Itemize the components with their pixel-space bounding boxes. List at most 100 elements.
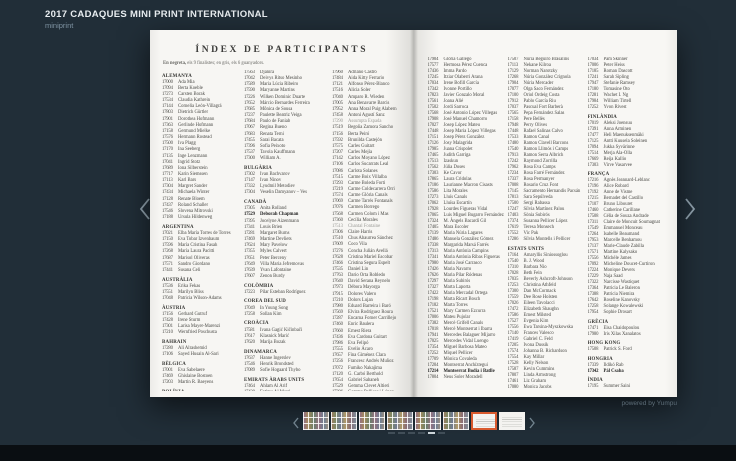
- index-column: 17960 Adriano Castro 17484 Aida Kitty Ferra…: [332, 70, 412, 391]
- entry-name: Daniel Lin: [348, 267, 369, 272]
- entry-name: Sofie Hogaard Thybo: [260, 368, 301, 374]
- entry-name: Joana Alié: [443, 99, 464, 104]
- entry-name: Ramon Clavell Barcons: [523, 141, 569, 146]
- entry-number: 17430: [244, 390, 260, 391]
- entry-name: Eva Sabelaere: [178, 368, 205, 374]
- entry-name: Dorothea Hofmann: [178, 116, 215, 122]
- entry-name: Mary Carmen Ezcurra: [443, 309, 486, 314]
- index-entry: 17342 Pál Csaba: [588, 369, 674, 375]
- entry-name: Henrik Brondsted: [260, 361, 294, 367]
- entry-name: Alicia Soler: [348, 88, 371, 94]
- page-thumbnail[interactable]: [359, 411, 385, 430]
- next-page-button[interactable]: [681, 197, 699, 225]
- entry-name: Itziar Olaberri Arana: [443, 75, 483, 80]
- entry-name: Juana Crispolet: [443, 147, 473, 152]
- entry-name: Merja Ala-Olla: [603, 150, 633, 156]
- entry-name: Rosa Permanyer: [523, 177, 555, 182]
- pagination-dash-active[interactable]: [428, 432, 435, 434]
- entry-name: Liz Graham: [523, 378, 547, 384]
- page-thumbnail[interactable]: [331, 411, 357, 430]
- entry-name: Carme Boix Villalba: [348, 174, 387, 180]
- index-entry: 17223 Pilar Esteban Rodríguez: [244, 290, 330, 296]
- entry-name: Marisol Oliveras: [178, 255, 210, 261]
- entry-name: Josep Pérez González: [443, 135, 485, 140]
- entry-name: Begoña Zamora Sancho: [348, 125, 394, 131]
- thumbnails-scroll-right-button[interactable]: [526, 414, 538, 432]
- pagination-dash[interactable]: [438, 432, 445, 434]
- entry-number: 17954: [587, 310, 599, 315]
- entry-name: Carlos Moyano López: [348, 156, 390, 162]
- entry-name: Ivona Dussik: [523, 342, 549, 348]
- entry-name: Sofia Peixoto: [260, 143, 286, 149]
- entry-name: Bernadet del Castillo: [603, 196, 644, 201]
- entry-number: 17508: [587, 347, 599, 352]
- entry-name: Dietrich Gürtler: [178, 110, 209, 116]
- entry-name: Elsa Chaidopoulou: [603, 325, 640, 331]
- page-thumbnail[interactable]: [387, 411, 413, 430]
- pagination-dash[interactable]: [408, 432, 415, 434]
- entry-name: Hanne Ingerslev: [260, 355, 291, 361]
- entry-name: Laurianne Macron Cisasts: [443, 183, 493, 188]
- page-thumbnail[interactable]: [415, 411, 441, 430]
- entry-name: Montserrat Anchíztegui: [443, 363, 488, 368]
- entry-name: Josy Malagrida: [443, 141, 473, 146]
- entry-name: Pascual Fort Barberà: [523, 105, 563, 110]
- index-column: 17904 Glòria Gallego 17577 Hermosa Pérez Cu…: [428, 57, 508, 391]
- index-entry: 17620 Marija Bozak: [244, 340, 330, 346]
- page-thumbnail[interactable]: [303, 411, 329, 430]
- thumbnails-scroll-left-button[interactable]: [290, 414, 302, 432]
- entry-name: Hermosa Pérez Cuenca: [443, 63, 488, 68]
- entry-name: Sarai Bacata: [260, 137, 284, 143]
- entry-name: Núria Beguiró Brasalins: [523, 57, 570, 62]
- legend-note: En negreta, els 9 finalistes; en gris, e…: [163, 61, 265, 66]
- entry-name: Pilar Esteban Rodríguez: [260, 289, 306, 295]
- entry-name: Glòria Gallego: [443, 57, 472, 62]
- thumbnail-bar: [290, 411, 538, 434]
- page-thumbnail[interactable]: [499, 411, 525, 430]
- entry-name: Mònica Covaleda: [443, 357, 477, 362]
- entry-number: 17286: [332, 390, 348, 391]
- entry-name: Solange Kowalewski: [603, 304, 644, 309]
- entry-name: Oriol Ordeig Costa: [523, 93, 560, 98]
- index-entry: 17089 Sofie Hogaard Thybo: [244, 368, 330, 374]
- left-page[interactable]: ÍNDEX DE PARTICIPANTS En negreta, els 9 …: [150, 30, 414, 397]
- page-thumbnail-current[interactable]: [471, 411, 497, 430]
- entry-name: Sandro Giordano: [178, 261, 211, 267]
- entry-name: Tomasine Oto: [603, 87, 630, 92]
- entry-number: 17980: [587, 331, 599, 337]
- entry-name: Naja Saad: [603, 274, 623, 279]
- index-entry: 17804 Neus Soler Moradell: [428, 375, 508, 381]
- entry-name: Ivan Ninov: [260, 178, 282, 184]
- entry-name: Amparo R. Wieden: [348, 94, 385, 100]
- entry-name: Reija Kallio: [603, 156, 627, 162]
- entry-name: Linda Armstrong: [523, 372, 556, 378]
- entry-name: Bruno Libouret: [603, 202, 633, 207]
- right-page[interactable]: 17904 Glòria Gallego 17577 Hermosa Pérez Cu…: [413, 30, 677, 397]
- entry-name: María Laura Pacitti: [178, 249, 215, 255]
- entry-name: Izaskun: [443, 159, 459, 164]
- entry-name: Brunilda Castejón: [348, 137, 382, 143]
- pagination-dash[interactable]: [388, 432, 395, 434]
- entry-name: Ursula Hildenweg: [178, 215, 213, 221]
- entry-name: Barbara Nio: [523, 264, 547, 270]
- entry-name: Norman Narotzky: [523, 69, 558, 74]
- viewer-stage: 2017 CADAQUES MINI PRINT INTERNATIONAL m…: [0, 0, 736, 461]
- entry-name: Margret Sander: [178, 184, 208, 190]
- entry-name: Luis Miguel Bugarro Fernández: [443, 213, 504, 218]
- page-thumbnail[interactable]: [443, 411, 469, 430]
- entry-name: Gabriel Sabaneh: [348, 377, 380, 383]
- entry-name: Catherine Carillane: [603, 208, 641, 213]
- pagination-dash[interactable]: [398, 432, 405, 434]
- index-entry: 17300 William A.: [244, 156, 330, 162]
- entry-name: Dee Rose Holsten: [523, 294, 558, 300]
- pagination-dash[interactable]: [418, 432, 425, 434]
- index-entry: 17080 Monica Jacobs: [508, 385, 588, 391]
- entry-name: Ingrid Stotz: [178, 159, 201, 165]
- entry-name: Maria Núria Lagares: [443, 231, 483, 236]
- publisher-name[interactable]: miniprint: [45, 21, 73, 30]
- entry-name: Wilken Dominic Duarte: [260, 94, 306, 100]
- powered-by-link[interactable]: powered by Yumpu: [600, 400, 677, 407]
- index-column: 17507 Núria Beguiró Brasalins 17113 Nekane …: [508, 57, 588, 391]
- entry-name: Ana Benavarre Barcis: [348, 100, 390, 106]
- entry-name: Inge Lenzmann: [178, 153, 208, 159]
